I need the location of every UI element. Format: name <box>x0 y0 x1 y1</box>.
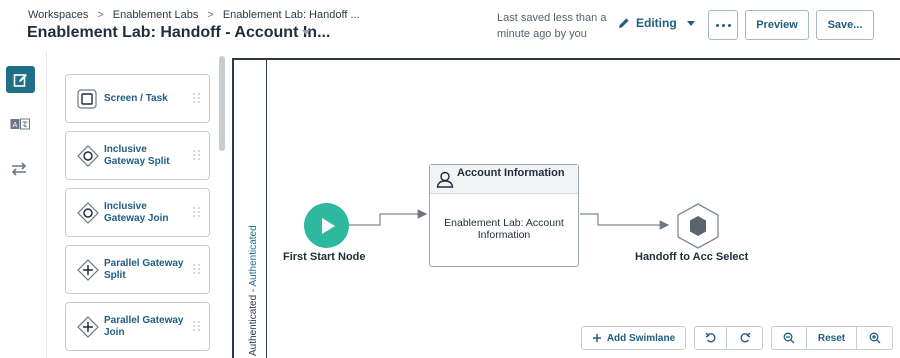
user-icon <box>436 171 454 188</box>
plus-icon <box>592 334 601 342</box>
task-node-body: Enablement Lab: Account Information <box>444 217 564 241</box>
reset-zoom-button[interactable]: Reset <box>807 326 857 350</box>
zoom-in-icon <box>869 332 880 344</box>
undo-button[interactable] <box>694 326 727 350</box>
redo-button[interactable] <box>727 326 763 350</box>
undo-icon <box>705 332 716 343</box>
task-node-account-information[interactable]: Account Information Enablement Lab: Acco… <box>429 164 579 267</box>
zoom-in-button[interactable] <box>857 326 893 350</box>
add-swimlane-button[interactable]: Add Swimlane <box>581 326 686 350</box>
task-node-title: Account Information <box>457 167 565 179</box>
zoom-out-icon <box>783 332 795 344</box>
end-node-label: Handoff to Acc Select <box>635 251 749 263</box>
start-node-label: First Start Node <box>283 251 366 263</box>
task-node-header: Account Information <box>430 165 578 194</box>
edge-task-to-end <box>580 213 670 230</box>
start-node[interactable] <box>304 203 349 248</box>
redo-icon <box>739 332 750 343</box>
play-icon <box>322 217 335 234</box>
zoom-out-button[interactable] <box>771 326 807 350</box>
end-node[interactable] <box>676 203 720 249</box>
edge-start-to-task <box>349 209 428 226</box>
